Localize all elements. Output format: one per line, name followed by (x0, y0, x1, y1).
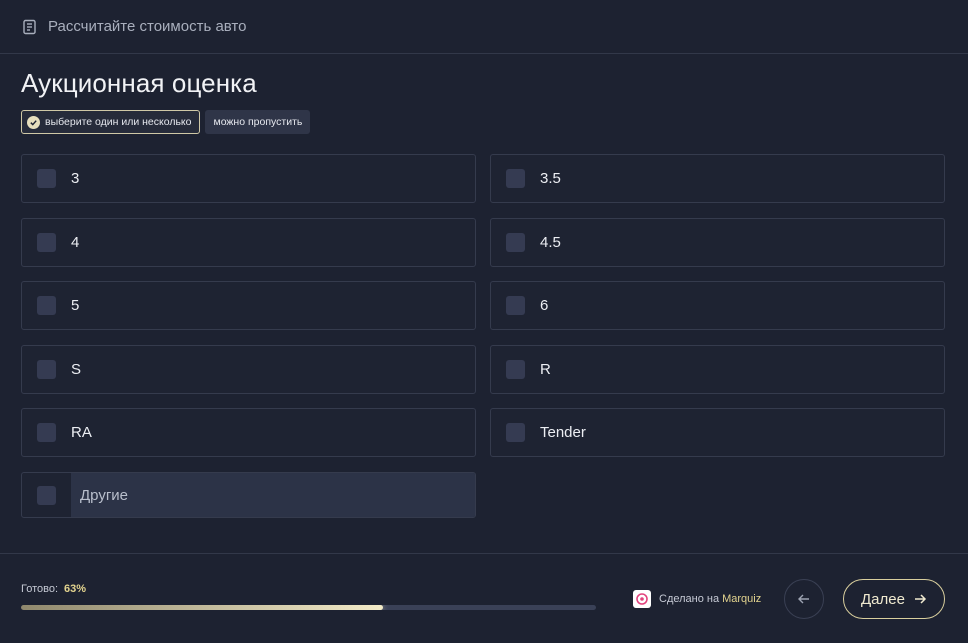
option-tender[interactable]: Tender (490, 408, 945, 457)
option-label: 4 (71, 234, 80, 251)
progress-bar (21, 605, 596, 610)
option-other[interactable] (21, 472, 476, 518)
checkbox[interactable] (37, 423, 56, 442)
made-with-text: Сделано на (659, 593, 720, 605)
progress-bar-fill (21, 605, 384, 610)
option-4-5[interactable]: 4.5 (490, 218, 945, 267)
option-3-5[interactable]: 3.5 (490, 154, 945, 203)
checkbox[interactable] (506, 423, 525, 442)
option-4[interactable]: 4 (21, 218, 476, 267)
other-input[interactable] (71, 473, 475, 517)
progress-text: Готово: (21, 583, 59, 595)
option-label: S (71, 361, 82, 378)
checkbox[interactable] (506, 233, 525, 252)
option-label: 6 (540, 297, 549, 314)
option-ra[interactable]: RA (21, 408, 476, 457)
check-circle-icon (27, 115, 40, 129)
checkbox[interactable] (37, 233, 56, 252)
option-s[interactable]: S (21, 345, 476, 394)
hint-skip: можно пропустить (205, 110, 311, 134)
option-5[interactable]: 5 (21, 281, 476, 330)
marquiz-brand: Marquiz (722, 593, 762, 605)
list-icon (22, 19, 38, 35)
hint-select-label: выберите один или несколько (45, 116, 192, 128)
checkbox[interactable] (37, 169, 56, 188)
option-label: 3 (71, 170, 80, 187)
hint-select-multiple: выберите один или несколько (21, 110, 201, 134)
checkbox[interactable] (506, 360, 525, 379)
option-6[interactable]: 6 (490, 281, 945, 330)
checkbox[interactable] (506, 169, 525, 188)
option-label: 3.5 (540, 170, 561, 187)
checkbox[interactable] (37, 485, 56, 505)
progress-label: Готово: 63% (21, 583, 86, 595)
arrow-right-icon (914, 594, 927, 604)
arrow-left-icon (798, 594, 809, 604)
header-title: Рассчитайте стоимость авто (48, 18, 247, 35)
checkbox[interactable] (37, 296, 56, 315)
option-label: Tender (540, 424, 586, 441)
option-r[interactable]: R (490, 345, 945, 394)
header: Рассчитайте стоимость авто (0, 0, 968, 54)
hints: выберите один или несколько можно пропус… (21, 110, 311, 134)
marquiz-logo-icon (633, 590, 651, 608)
footer-divider (0, 553, 968, 554)
next-button-label: Далее (861, 590, 905, 608)
question-title: Аукционная оценка (21, 68, 257, 98)
back-button[interactable] (784, 579, 824, 619)
next-button[interactable]: Далее (843, 579, 945, 619)
checkbox[interactable] (37, 360, 56, 379)
made-with-marquiz[interactable]: Сделано на Marquiz (633, 590, 761, 608)
progress-value: 63% (64, 583, 87, 595)
option-3[interactable]: 3 (21, 154, 476, 203)
option-label: R (540, 361, 551, 378)
option-label: 4.5 (540, 234, 561, 251)
option-label: 5 (71, 297, 80, 314)
checkbox[interactable] (506, 296, 525, 315)
option-label: RA (71, 424, 92, 441)
